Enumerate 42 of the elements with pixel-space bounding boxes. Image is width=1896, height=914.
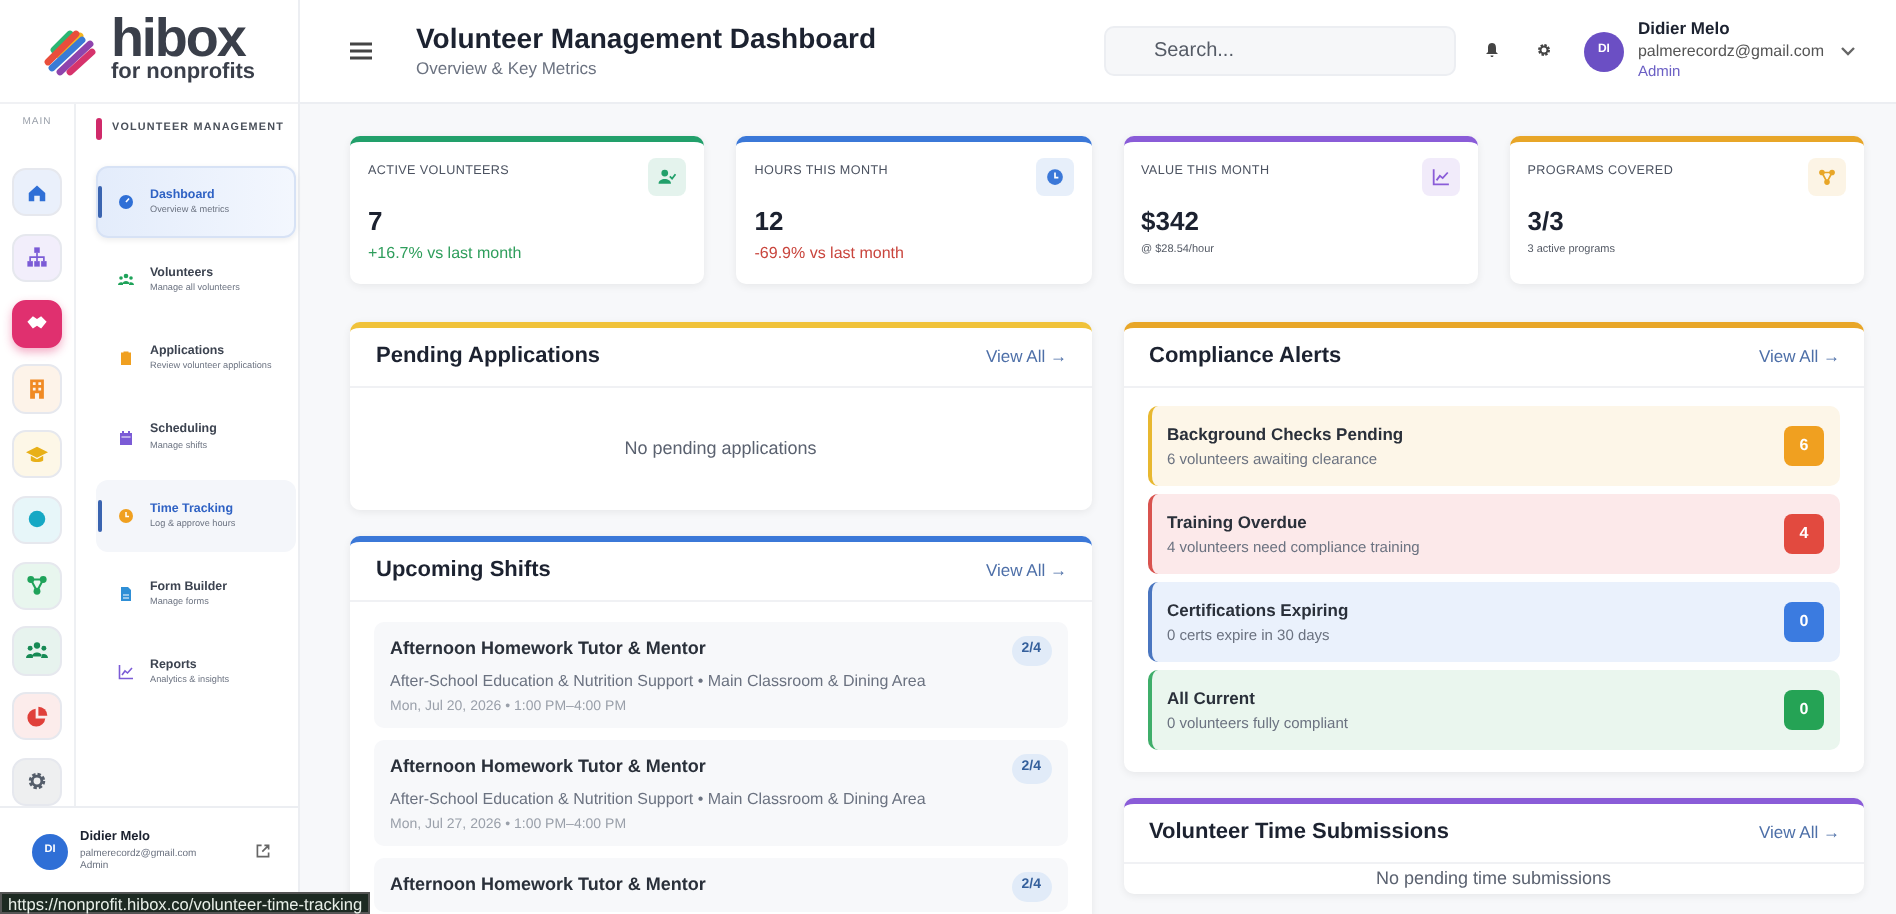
stat-value: 7 [368, 208, 385, 238]
external-link-icon[interactable] [256, 844, 270, 858]
settings-icon [1535, 42, 1552, 59]
clock-icon [1045, 168, 1063, 186]
status-bar-url: https://nonprofit.hibox.co/volunteer-time-tracking [0, 892, 371, 914]
empty-message: No pending applications [624, 435, 817, 462]
view-all-link[interactable]: View All → [1759, 820, 1840, 846]
view-all-link[interactable]: View All → [1759, 344, 1840, 370]
panel-title: Compliance Alerts [1149, 342, 1342, 373]
search-field[interactable]: Search... [1103, 26, 1456, 76]
user-email: palmerecordz@gmail.com [1637, 40, 1824, 63]
page-subtitle: Overview & Key Metrics [416, 55, 599, 81]
alert-title: Certifications Expiring [1167, 597, 1349, 623]
stat-note: +16.7% vs last month [368, 241, 524, 266]
panel-title: Pending Applications [376, 342, 601, 373]
user-name: Didier Melo [1637, 18, 1732, 41]
stat-note: -69.9% vs last month [754, 241, 906, 266]
logo-tagline: for nonprofits [110, 61, 256, 84]
rail-button[interactable] [12, 299, 62, 348]
view-all-link[interactable]: View All → [986, 558, 1067, 584]
panel-title: Upcoming Shifts [376, 556, 551, 587]
stat-value: 12 [754, 208, 786, 238]
page-title: Volunteer Management Dashboard [416, 21, 879, 56]
alert-title: All Current [1167, 685, 1257, 711]
alert-count: 0 [1784, 690, 1824, 730]
bell-icon [1483, 42, 1500, 59]
alert-title: Training Overdue [1167, 509, 1309, 535]
alert-count: 0 [1784, 602, 1824, 642]
panel-title: Volunteer Time Submissions [1149, 818, 1449, 849]
view-all-link[interactable]: View All → [986, 344, 1067, 370]
line-chart-icon [1431, 168, 1450, 186]
menu-icon [350, 41, 372, 60]
chevron-icon [1840, 45, 1856, 56]
logo-wordmark: hibox [110, 18, 246, 62]
alert-title: Background Checks Pending [1167, 421, 1404, 447]
alert-count: 4 [1784, 514, 1824, 554]
stat-value: 3/3 [1527, 208, 1566, 238]
stat-value: $342 [1141, 208, 1201, 238]
alert-count: 6 [1784, 426, 1824, 466]
user-check-icon [658, 168, 677, 186]
share-icon [1818, 168, 1836, 186]
empty-message: No pending time submissions [1375, 866, 1612, 892]
